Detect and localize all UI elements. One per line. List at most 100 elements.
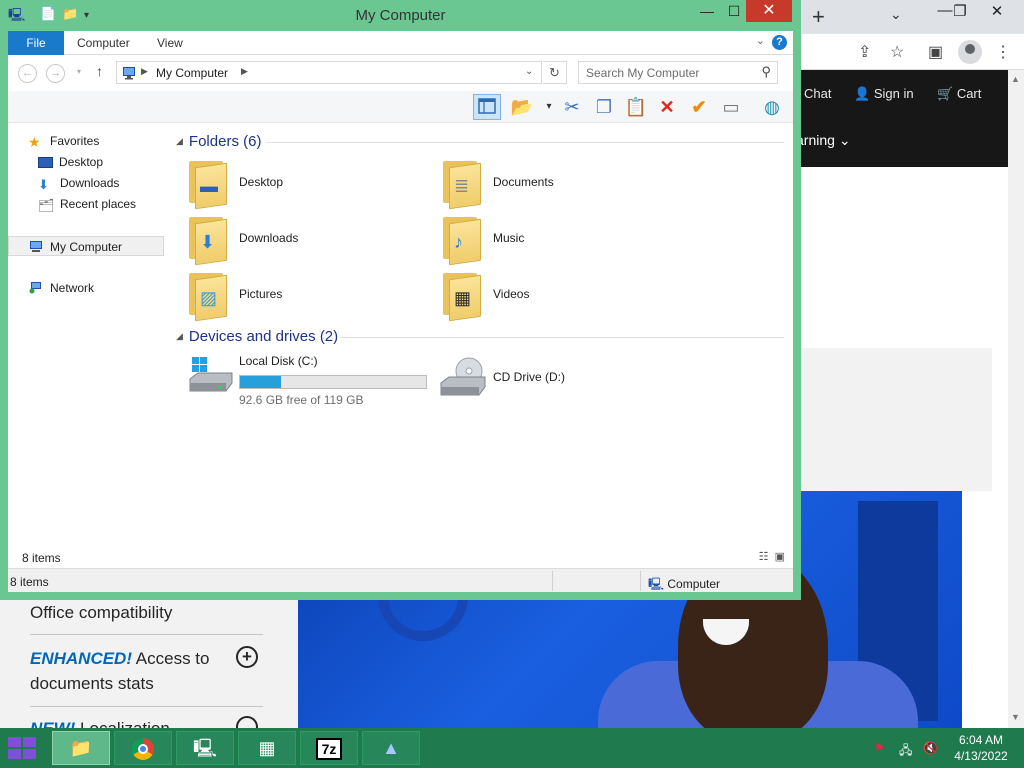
up-button[interactable]: ↑ [96, 63, 103, 79]
copy-icon[interactable]: ❐ [590, 94, 618, 120]
address-dropdown-icon[interactable]: ⌄ [525, 66, 533, 77]
folder-pictures[interactable]: ▨ Pictures [188, 271, 438, 323]
taskbar-control-panel-button[interactable]: ▦ [238, 731, 296, 765]
browser-scrollbar[interactable]: ▲ ▼ [1008, 70, 1024, 728]
close-button[interactable]: ✕ [746, 0, 792, 22]
nav-favorites-label: Favorites [50, 134, 100, 148]
nav-recent[interactable]: 🗂 Recent places [38, 194, 136, 214]
tray-volume-muted-icon[interactable]: 🔇 [923, 741, 938, 755]
desktop-icon [38, 157, 53, 168]
share-icon[interactable]: ⇪ [858, 42, 871, 62]
breadcrumb-separator-icon[interactable]: ▶ [141, 66, 148, 77]
status-divider [640, 571, 641, 591]
drive-d-label: CD Drive (D:) [493, 370, 565, 384]
bookmark-star-icon[interactable]: ☆ [890, 42, 904, 62]
drive-local-disk[interactable]: Local Disk (C:) 92.6 GB free of 119 GB [188, 353, 448, 411]
folder-downloads[interactable]: ⬇ Downloads [188, 215, 438, 267]
breadcrumb-separator-icon[interactable]: ▶ [241, 66, 248, 77]
tab-search-chevron-icon[interactable]: ⌄ [890, 6, 902, 23]
tab-view[interactable]: View [144, 31, 196, 55]
nav-my-computer-label: My Computer [50, 240, 123, 254]
back-button[interactable]: ← [18, 64, 37, 83]
taskbar-chrome-button[interactable] [114, 731, 172, 765]
address-box[interactable]: ▶ My Computer ▶ ⌄ [116, 61, 542, 84]
profile-avatar-icon[interactable] [958, 40, 982, 64]
start-button[interactable] [8, 737, 38, 760]
recent-locations-chevron-icon[interactable]: ▾ [77, 67, 81, 76]
tab-file[interactable]: File [8, 31, 64, 55]
recent-places-icon: 🗂 [38, 198, 55, 213]
tray-network-icon[interactable]: 🖧 [899, 741, 912, 762]
drive-c-free-space: 92.6 GB free of 119 GB [239, 393, 364, 407]
nav-chat-link[interactable]: Chat [804, 86, 831, 101]
taskbar-computer-button[interactable]: 🖳 [176, 731, 234, 765]
browser-close-icon[interactable]: ✕ [982, 2, 1012, 20]
side-panel-icon[interactable]: ▣ [928, 42, 943, 62]
folder-desktop[interactable]: ▬ Desktop [188, 159, 438, 211]
nav-favorites[interactable]: ★ Favorites [28, 131, 99, 151]
nav-my-computer[interactable]: My Computer [8, 236, 164, 256]
nav-network[interactable]: Network [28, 278, 94, 298]
forward-button[interactable]: → [46, 64, 65, 83]
taskbar-7zip-button[interactable]: 7z [300, 731, 358, 765]
new-tab-plus-icon[interactable]: + [812, 4, 825, 30]
folder-videos[interactable]: ▦ Videos [442, 271, 692, 323]
network-icon [28, 280, 44, 294]
scroll-up-icon[interactable]: ▲ [1011, 74, 1020, 84]
folder-music[interactable]: ♪ Music [442, 215, 692, 267]
delete-icon[interactable]: ✕ [653, 94, 681, 120]
browser-restore-icon[interactable]: ❐ [945, 2, 975, 20]
pictures-folder-icon: ▨ [188, 271, 228, 322]
scroll-down-icon[interactable]: ▼ [1011, 712, 1020, 722]
taskbar-explorer-button[interactable]: 📁 [52, 731, 110, 765]
taskbar-app-button[interactable]: ▲ [362, 731, 420, 765]
organize-folder-icon[interactable]: 📂 [508, 94, 536, 120]
nav-downloads-label: Downloads [60, 176, 120, 190]
title-bar[interactable]: 🖳 📄 📁 ▾ My Computer — ☐ ✕ [0, 0, 801, 30]
globe-icon[interactable]: ◍ [758, 94, 786, 120]
check-icon[interactable]: ✔ [685, 94, 713, 120]
refresh-button[interactable]: ↻ [543, 61, 567, 84]
system-clock[interactable]: 6:04 AM 4/13/2022 [949, 732, 1013, 764]
drive-c-label: Local Disk (C:) [239, 354, 318, 368]
tab-computer[interactable]: Computer [64, 31, 143, 55]
address-bar: ← → ▾ ↑ ▶ My Computer ▶ ⌄ ↻ ⚲ [8, 55, 793, 91]
cut-icon[interactable]: ✂ [558, 94, 586, 120]
ribbon-collapse-chevron-icon[interactable]: ⌄ [756, 34, 765, 47]
folder-documents-label: Documents [493, 175, 554, 189]
minimize-button[interactable]: — [692, 0, 722, 22]
star-icon: ★ [28, 134, 41, 150]
paste-icon[interactable]: 📋 [622, 94, 650, 120]
help-button[interactable]: ? [772, 35, 787, 50]
computer-management-icon: 🖳 [192, 738, 217, 758]
rename-icon[interactable]: ▭ [717, 94, 745, 120]
nav-desktop[interactable]: Desktop [38, 152, 103, 172]
folders-group-header[interactable]: ◢ Folders (6) [176, 133, 261, 150]
nav-learning-menu[interactable]: arning ⌄ [796, 132, 851, 149]
drive-cd[interactable]: CD Drive (D:) [440, 353, 642, 411]
nav-cart-link[interactable]: 🛒 Cart [937, 86, 981, 102]
large-icons-view-icon[interactable]: ▣ [775, 551, 785, 563]
computer-icon [121, 66, 137, 83]
feature-localization-text: Localization [75, 719, 170, 728]
tray-flag-icon[interactable]: ⚑ [874, 741, 885, 755]
search-input[interactable] [579, 62, 754, 83]
feature-new-badge: NEW! [30, 719, 75, 728]
drives-group-header[interactable]: ◢ Devices and drives (2) [176, 328, 338, 345]
browser-menu-icon[interactable]: ⋮ [995, 42, 1011, 62]
collapse-triangle-icon[interactable]: ◢ [176, 331, 183, 341]
status-divider [552, 571, 553, 591]
maximize-button[interactable]: ☐ [720, 0, 748, 22]
preview-pane-button[interactable] [473, 94, 501, 120]
collapse-triangle-icon[interactable]: ◢ [176, 136, 183, 146]
nav-downloads[interactable]: ⬇ Downloads [38, 173, 119, 193]
folder-documents[interactable]: ≣ Documents [442, 159, 692, 211]
windows-logo-icon [8, 737, 21, 747]
address-path[interactable]: My Computer [156, 66, 228, 80]
expand-plus-icon[interactable]: + [236, 646, 258, 668]
nav-signin-link[interactable]: 👤 Sign in [854, 86, 914, 102]
nav-recent-label: Recent places [60, 197, 137, 211]
search-icon[interactable]: ⚲ [761, 64, 771, 80]
group-divider [266, 142, 784, 143]
details-view-icon[interactable]: ☷ [759, 551, 769, 563]
